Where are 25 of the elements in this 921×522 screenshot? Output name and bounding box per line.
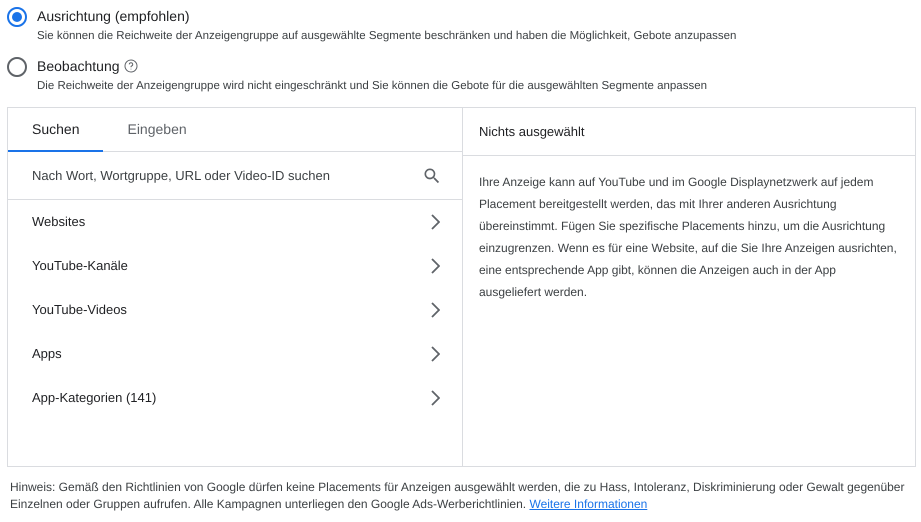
option-description: Die Reichweite der Anzeigengruppe wird nicht eingeschränkt und Sie können die Gebote für die ausgewählten Segmente anpassen [37,79,707,94]
tab[interactable]: Eingeben [103,108,211,152]
help-icon[interactable] [124,59,138,73]
chevron-right-icon [430,214,440,230]
chevron-right-icon [430,390,440,406]
chevron-right-icon [430,302,440,318]
tab[interactable]: Suchen [8,108,104,152]
category-item[interactable]: Apps [8,332,462,376]
selection-description: Ihre Anzeige kann auf YouTube und im Google Displaynetzwerk auf jedem Placement bereitgestellt werden, das mit Ihrer anderen Ausrichtung übereinstimmt. Fügen Sie spezifische Placements hinzu, um die Ausrichtung einzugrenzen. Wenn es für eine Website, auf die Sie Ihre Anzeigen ausrichten, eine entsprechende App gibt, können die Anzeigen auch in der App ausgeliefert werden. [478,174,898,301]
selection-header: Nichts ausgewählt [479,122,584,141]
more-info-link[interactable]: Weitere Informationen [529,497,648,511]
category-item[interactable]: YouTube-Kanäle [8,244,462,288]
category-item[interactable]: App-Kategorien (141) [8,376,462,420]
chevron-right-icon [430,346,440,362]
radio-button[interactable] [7,7,27,27]
search-icon[interactable] [422,166,442,186]
category-item[interactable]: YouTube-Videos [8,288,462,332]
option-description: Sie können die Reichweite der Anzeigengruppe auf ausgewählte Segmente beschränken und haben die Möglichkeit, Gebote anzupassen [37,29,736,44]
option-title: Beobachtung [37,57,120,76]
policy-note: Hinweis: Gemäß den Richtlinien von Google dürfen keine Placements für Anzeigen ausgewählt werden, die zu Hass, Intoleranz, Diskriminierung oder Gewalt gegenüber Einzelnen oder Gruppen aufrufen. Alle Kampagnen unterliegen den Google Ads-Werberichtlinien. Weitere Informationen [9,479,906,513]
search-field[interactable]: Nach Wort, Wortgruppe, URL oder Video-ID suchen [32,166,422,186]
option-title: Ausrichtung (empfohlen) [37,7,190,26]
radio-button[interactable] [7,57,27,77]
category-item[interactable]: Websites [8,200,462,244]
chevron-right-icon [430,258,440,274]
